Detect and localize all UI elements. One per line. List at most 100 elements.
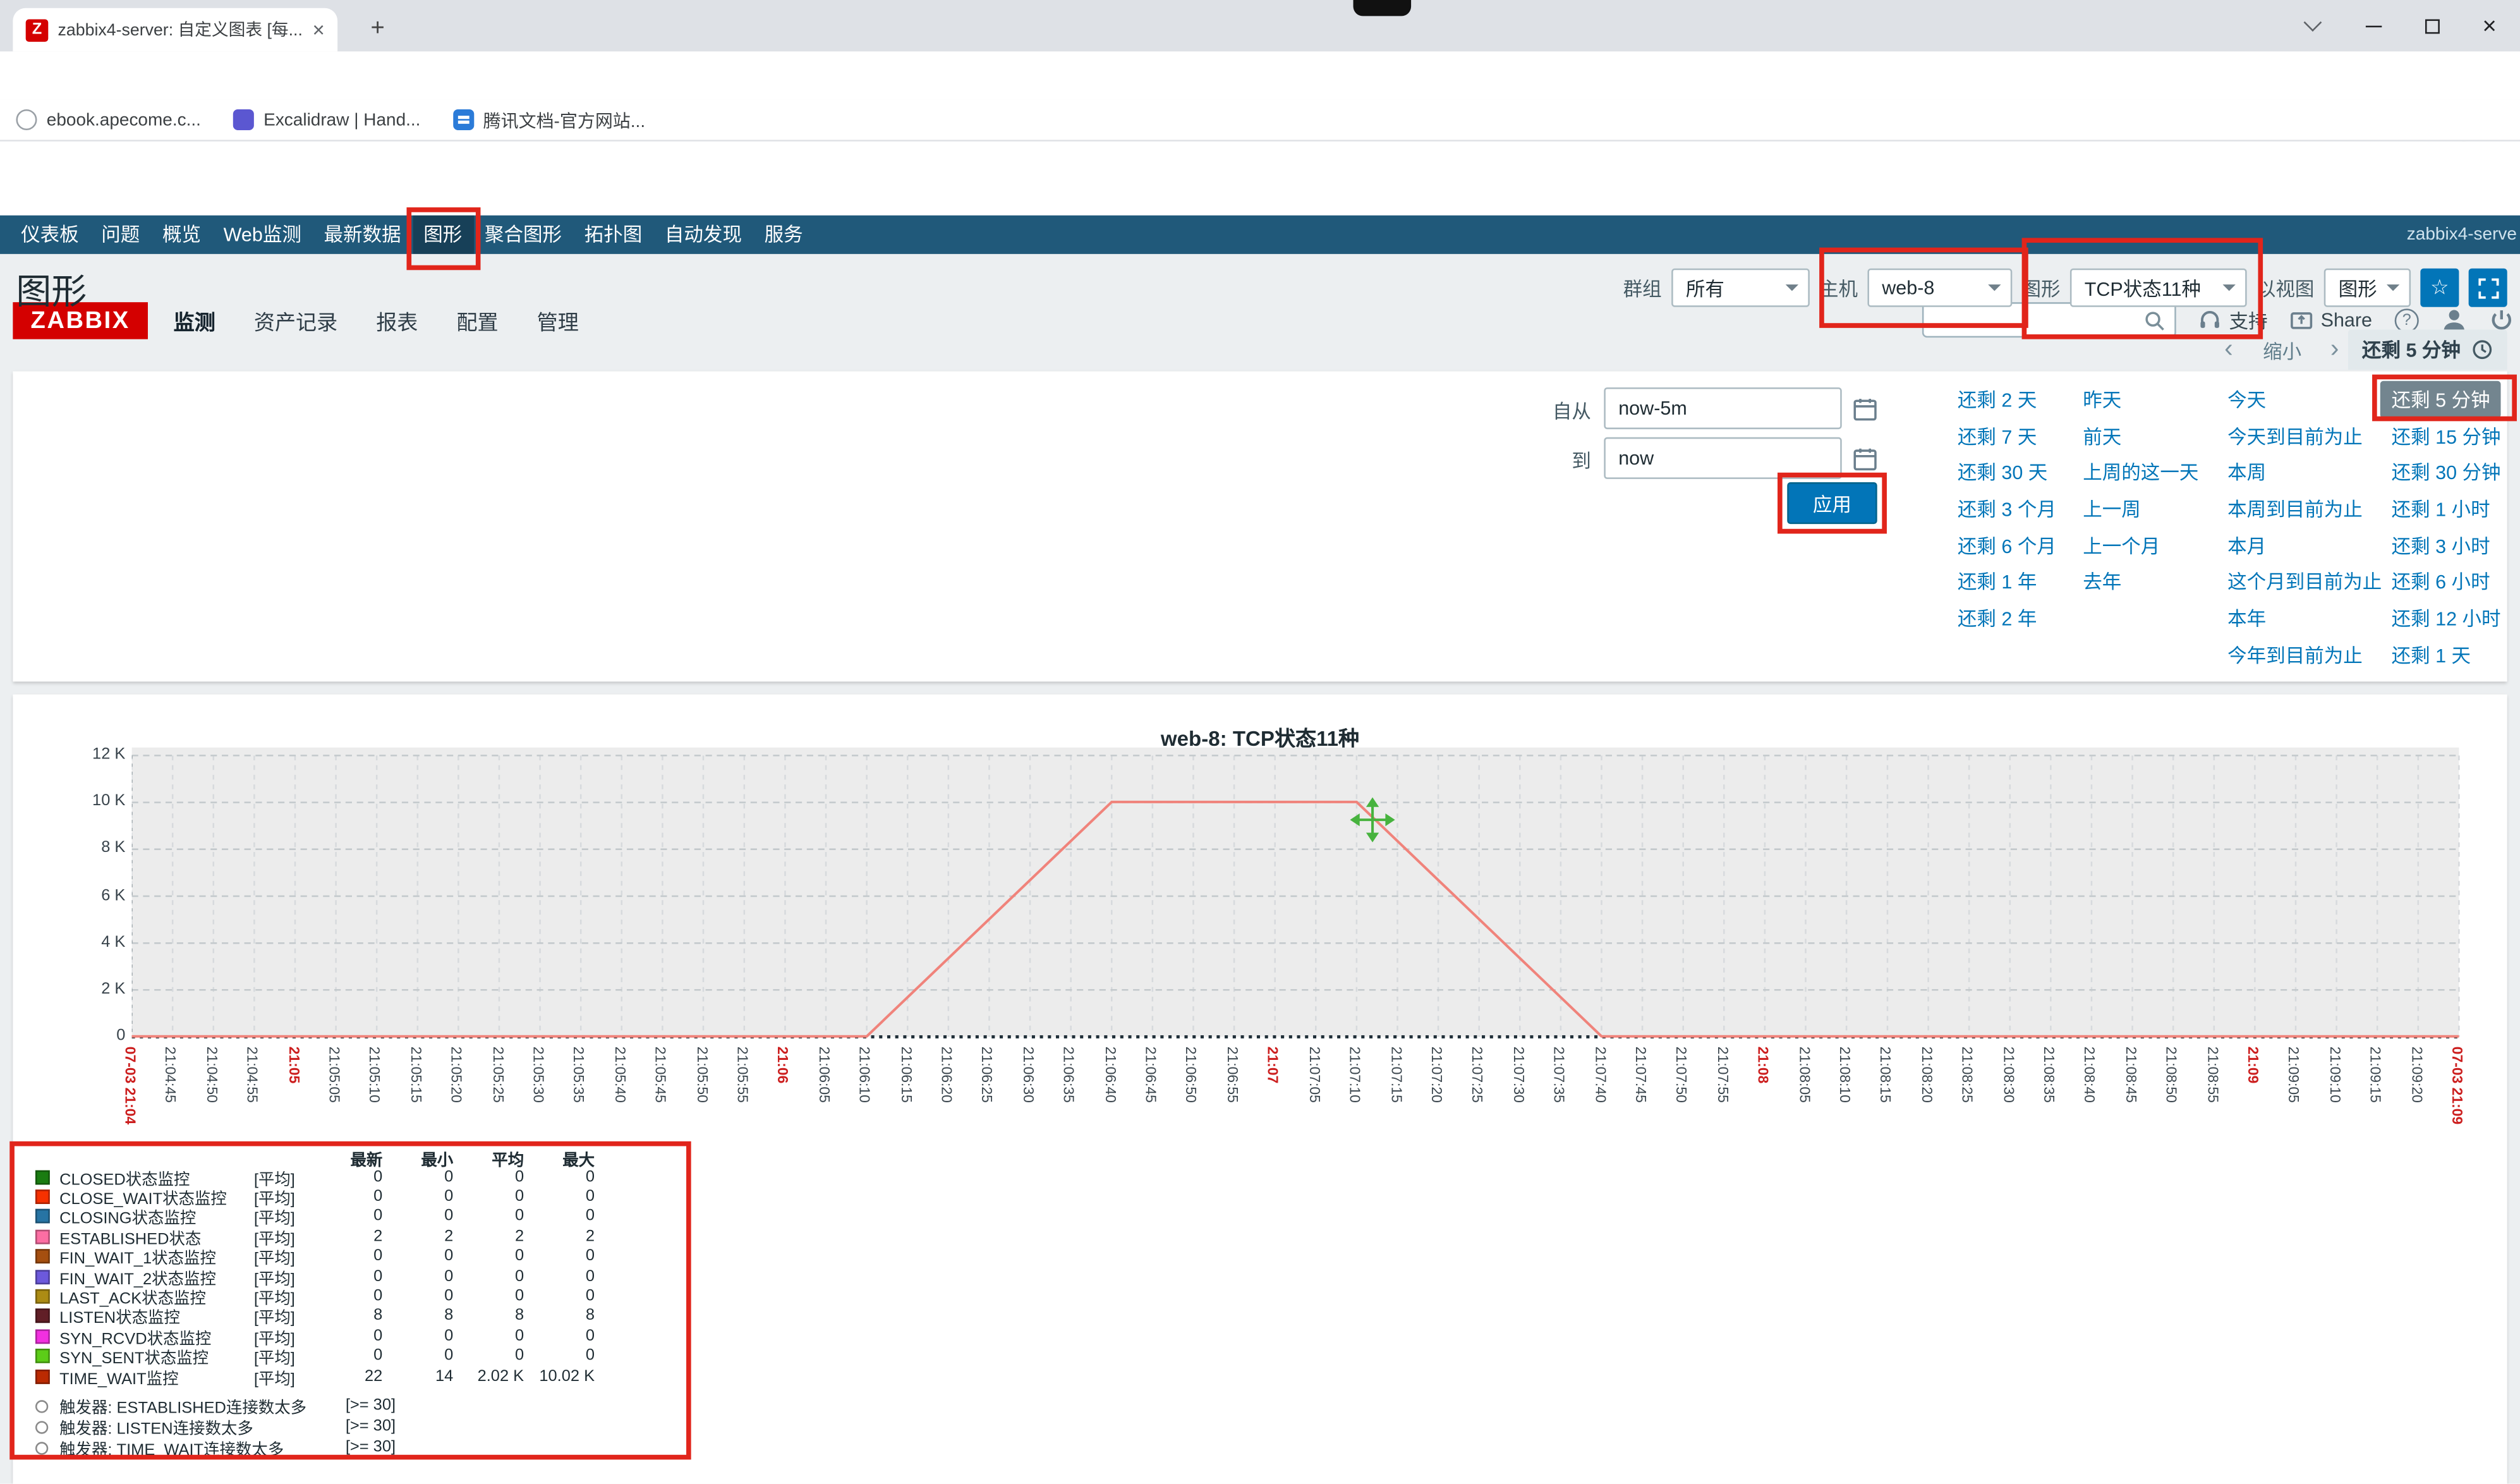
subnav-item[interactable]: 图形 xyxy=(412,216,473,254)
tab-search-chevron-icon[interactable] xyxy=(2282,0,2344,51)
search-input[interactable] xyxy=(1934,310,2144,330)
main-nav-item[interactable]: 监测 xyxy=(174,305,215,335)
legend-row[interactable]: SYN_SENT状态监控[平均]0000 xyxy=(26,1346,595,1366)
x-axis-label: 21:06:55 xyxy=(1225,1047,1240,1103)
zoom-out-button[interactable]: 缩小 xyxy=(2263,331,2301,370)
legend-value: 0 xyxy=(524,1287,595,1305)
quick-range-link[interactable]: 今年到目前为止 xyxy=(2227,641,2363,668)
legend-row[interactable]: LAST_ACK状态监控[平均]0000 xyxy=(26,1287,595,1307)
legend-value: 2 xyxy=(524,1228,595,1246)
subnav-item[interactable]: 问题 xyxy=(90,216,151,254)
quick-range-link[interactable]: 昨天 xyxy=(2083,386,2121,413)
browser-tab[interactable]: Z zabbix4-server: 自定义图表 [每... × xyxy=(13,8,337,52)
quick-range-link[interactable]: 本周 xyxy=(2227,458,2266,485)
main-nav: 监测 资产记录 报表 配置 管理 xyxy=(174,283,579,357)
subnav-item[interactable]: 仪表板 xyxy=(9,216,90,254)
share-link[interactable]: Share xyxy=(2290,308,2372,331)
quick-range-link[interactable]: 还剩 7 天 xyxy=(1958,422,2037,449)
favourite-star-button[interactable]: ☆ xyxy=(2420,269,2459,307)
quick-range-link[interactable]: 还剩 6 小时 xyxy=(2392,568,2490,595)
quick-range-link[interactable]: 本月 xyxy=(2227,532,2266,559)
help-button[interactable]: ? xyxy=(2395,308,2419,332)
quick-range-link[interactable]: 还剩 5 分钟 xyxy=(2380,380,2502,417)
legend-swatch xyxy=(35,1189,50,1204)
filter-select-host[interactable]: web-8 xyxy=(1867,269,2012,307)
main-nav-item[interactable]: 管理 xyxy=(537,305,579,335)
subnav-item[interactable]: 最新数据 xyxy=(313,216,413,254)
quick-range-link[interactable]: 前天 xyxy=(2083,422,2121,449)
user-profile-icon[interactable] xyxy=(2441,307,2467,333)
to-calendar-button[interactable] xyxy=(1848,442,1881,474)
minimize-button[interactable] xyxy=(2343,0,2404,51)
apply-button[interactable]: 应用 xyxy=(1787,482,1877,524)
filter-select-view[interactable]: 图形 xyxy=(2324,269,2411,307)
legend-row[interactable]: SYN_RCVD状态监控[平均]0000 xyxy=(26,1327,595,1347)
quick-range-link[interactable]: 还剩 1 天 xyxy=(2392,641,2471,668)
subnav-item[interactable]: 自动发现 xyxy=(653,216,753,254)
trigger-threshold: [>= 30] xyxy=(346,1418,396,1436)
subnav-item[interactable]: 服务 xyxy=(753,216,815,254)
legend-row[interactable]: TIME_WAIT监控[平均]22142.02 K10.02 K xyxy=(26,1366,595,1387)
filter-select-graph[interactable]: TCP状态11种 xyxy=(2070,269,2247,307)
quick-range-link[interactable]: 今天到目前为止 xyxy=(2227,422,2363,449)
subnav-item[interactable]: 聚合图形 xyxy=(473,216,573,254)
new-tab-button[interactable]: + xyxy=(360,9,396,45)
quick-range-link[interactable]: 上周的这一天 xyxy=(2083,458,2198,485)
quick-range-link[interactable]: 上一个月 xyxy=(2083,532,2160,559)
quick-range-link[interactable]: 还剩 12 小时 xyxy=(2392,604,2501,631)
quick-range-link[interactable]: 本周到目前为止 xyxy=(2227,495,2363,522)
time-prev-button[interactable]: ‹ xyxy=(2224,331,2233,370)
quick-range-link[interactable]: 去年 xyxy=(2083,568,2121,595)
to-input[interactable] xyxy=(1604,437,1841,479)
main-nav-item[interactable]: 资产记录 xyxy=(254,305,337,335)
time-next-button[interactable]: › xyxy=(2330,331,2339,370)
quick-range-link[interactable]: 这个月到目前为止 xyxy=(2227,568,2382,595)
legend-row[interactable]: FIN_WAIT_1状态监控[平均]0000 xyxy=(26,1247,595,1267)
quick-range-link[interactable]: 上一周 xyxy=(2083,495,2141,522)
window-close-button[interactable]: × xyxy=(2459,0,2520,51)
x-axis-label: 21:05:35 xyxy=(571,1047,587,1103)
bookmark-item[interactable]: Excalidraw | Hand... xyxy=(233,109,421,130)
main-nav-item[interactable]: 报表 xyxy=(376,305,418,335)
kiosk-fullscreen-button[interactable] xyxy=(2469,269,2507,307)
quick-range-link[interactable]: 还剩 3 个月 xyxy=(1958,495,2056,522)
from-calendar-button[interactable] xyxy=(1848,392,1881,425)
logout-power-icon[interactable] xyxy=(2490,308,2514,332)
quick-range-link[interactable]: 还剩 2 年 xyxy=(1958,604,2037,631)
legend-row[interactable]: LISTEN状态监控[平均]8888 xyxy=(26,1306,595,1327)
quick-range-link[interactable]: 今天 xyxy=(2227,386,2266,413)
quick-range-link[interactable]: 还剩 1 年 xyxy=(1958,568,2037,595)
maximize-button[interactable] xyxy=(2401,0,2462,51)
legend-row[interactable]: CLOSE_WAIT状态监控[平均]0000 xyxy=(26,1187,595,1207)
subnav-item[interactable]: 概览 xyxy=(151,216,212,254)
x-axis-label: 21:07:45 xyxy=(1633,1047,1649,1103)
time-range-button[interactable]: 还剩 5 分钟 xyxy=(2347,329,2507,370)
legend-row[interactable]: FIN_WAIT_2状态监控[平均]0000 xyxy=(26,1267,595,1287)
bookmark-item[interactable]: ebook.apecome.c... xyxy=(16,109,201,130)
quick-range-link[interactable]: 还剩 2 天 xyxy=(1958,386,2037,413)
quick-range-link[interactable]: 还剩 30 天 xyxy=(1958,458,2048,485)
legend-row[interactable]: CLOSING状态监控[平均]0000 xyxy=(26,1207,595,1227)
support-link[interactable]: 支持 xyxy=(2198,307,2267,334)
chart-plot[interactable] xyxy=(132,748,2466,1047)
quick-range-link[interactable]: 还剩 1 小时 xyxy=(2392,495,2490,522)
quick-range-link[interactable]: 还剩 30 分钟 xyxy=(2392,458,2501,485)
trigger-threshold: [>= 30] xyxy=(346,1397,396,1415)
quick-range-link[interactable]: 还剩 6 个月 xyxy=(1958,532,2056,559)
legend-row[interactable]: CLOSED状态监控[平均]0000 xyxy=(26,1167,595,1188)
x-axis-label: 21:05:05 xyxy=(326,1047,342,1103)
trigger-row: 触发器: TIME_WAIT连接数太多[>= 30] xyxy=(26,1438,595,1459)
quick-range-link[interactable]: 本年 xyxy=(2227,604,2266,631)
trigger-row: 触发器: ESTABLISHED连接数太多[>= 30] xyxy=(26,1396,595,1416)
main-nav-item[interactable]: 配置 xyxy=(456,305,498,335)
filter-select-group[interactable]: 所有 xyxy=(1671,269,1810,307)
from-input[interactable] xyxy=(1604,387,1841,429)
quick-range-link[interactable]: 还剩 15 分钟 xyxy=(2392,422,2501,449)
tab-close-icon[interactable]: × xyxy=(312,20,324,40)
bookmark-item[interactable]: 腾讯文档-官方网站... xyxy=(452,107,645,133)
legend-row[interactable]: ESTABLISHED状态[平均]2222 xyxy=(26,1227,595,1247)
chevron-down-icon xyxy=(2387,284,2399,297)
quick-range-link[interactable]: 还剩 3 小时 xyxy=(2392,532,2490,559)
subnav-item[interactable]: 拓扑图 xyxy=(573,216,653,254)
subnav-item[interactable]: Web监测 xyxy=(212,216,313,254)
